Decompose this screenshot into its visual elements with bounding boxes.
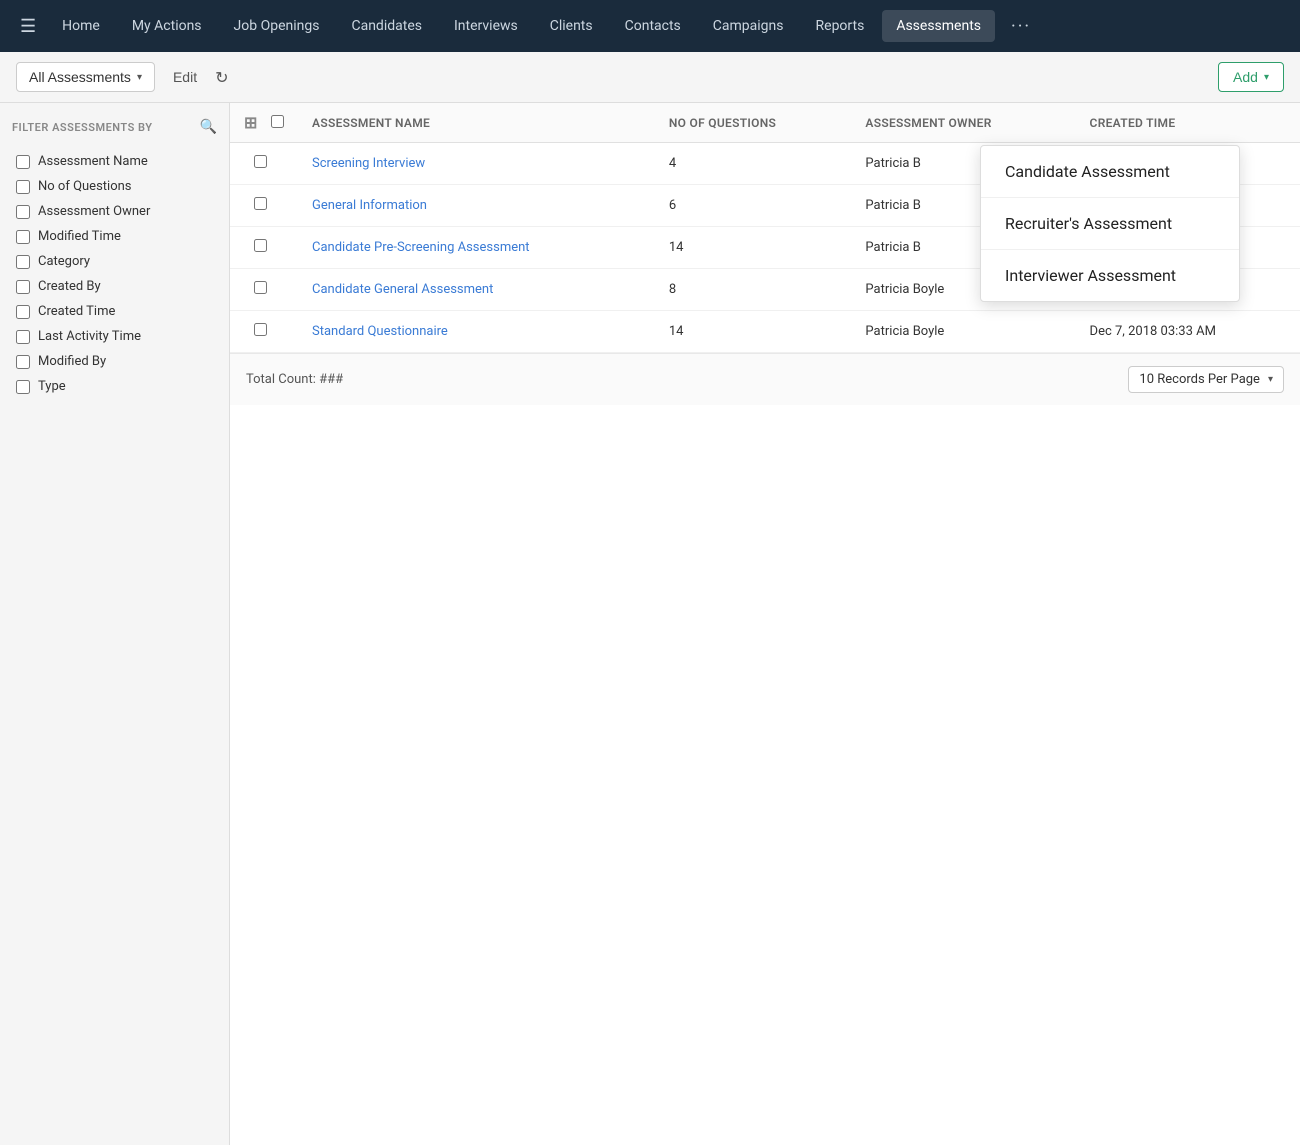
add-button[interactable]: Add ▾ — [1218, 62, 1284, 92]
assessment-name-link[interactable]: Standard Questionnaire — [312, 324, 448, 339]
col-assessment-owner[interactable]: ASSESSMENT OWNER — [851, 103, 1075, 143]
filter-checkbox[interactable] — [16, 230, 30, 244]
filter-checkbox[interactable] — [16, 305, 30, 319]
nav-item-home[interactable]: Home — [48, 10, 114, 42]
filter-checkbox[interactable] — [16, 155, 30, 169]
col-assessment-name[interactable]: ASSESSMENT NAME — [298, 103, 655, 143]
filter-header: FILTER ASSESSMENTS BY 🔍 — [12, 119, 217, 135]
chevron-down-icon: ▾ — [1268, 374, 1273, 385]
columns-icon[interactable]: ⊞ — [244, 113, 258, 132]
filter-label[interactable]: Modified By — [38, 354, 106, 369]
questions-count: 4 — [655, 143, 852, 185]
filter-label[interactable]: Category — [38, 254, 90, 269]
row-checkbox[interactable] — [254, 197, 267, 210]
filter-checkbox[interactable] — [16, 330, 30, 344]
filter-items: Assessment Name No of Questions Assessment… — [12, 149, 217, 399]
assessment-name-link[interactable]: Screening Interview — [312, 156, 425, 171]
nav-item-my-actions[interactable]: My Actions — [118, 10, 216, 42]
row-checkbox[interactable] — [254, 281, 267, 294]
nav-item-candidates[interactable]: Candidates — [337, 10, 436, 42]
col-no-of-questions[interactable]: NO OF QUESTIONS — [655, 103, 852, 143]
nav-item-campaigns[interactable]: Campaigns — [699, 10, 798, 42]
questions-count: 8 — [655, 269, 852, 311]
filter-title: FILTER ASSESSMENTS BY — [12, 121, 153, 134]
filter-item: Category — [12, 249, 217, 274]
filter-item: Created By — [12, 274, 217, 299]
total-count: Total Count: ### — [246, 372, 343, 387]
filter-checkbox[interactable] — [16, 180, 30, 194]
add-dropdown-menu: Candidate AssessmentRecruiter's Assessme… — [980, 145, 1240, 302]
nav-item-reports[interactable]: Reports — [802, 10, 879, 42]
table-area: ⊞ ASSESSMENT NAME NO OF QUESTIONS ASSESS… — [230, 103, 1300, 1145]
filter-item: No of Questions — [12, 174, 217, 199]
questions-count: 14 — [655, 227, 852, 269]
filter-checkbox[interactable] — [16, 255, 30, 269]
nav-item-interviews[interactable]: Interviews — [440, 10, 532, 42]
filter-label[interactable]: Assessment Owner — [38, 204, 150, 219]
records-per-page: 10 Records Per Page ▾ — [1128, 366, 1284, 393]
main-content: FILTER ASSESSMENTS BY 🔍 Assessment Name N… — [0, 103, 1300, 1145]
chevron-down-icon: ▾ — [137, 72, 142, 83]
row-checkbox[interactable] — [254, 239, 267, 252]
toolbar: All Assessments ▾ Edit ↻ Add ▾ — [0, 52, 1300, 103]
filter-item: Last Activity Time — [12, 324, 217, 349]
filter-label[interactable]: Modified Time — [38, 229, 121, 244]
nav-item-clients[interactable]: Clients — [536, 10, 607, 42]
col-created-time[interactable]: CREATED TIME — [1076, 103, 1300, 143]
edit-button[interactable]: Edit — [165, 65, 205, 89]
more-options-icon[interactable]: ··· — [999, 8, 1043, 45]
filter-label[interactable]: No of Questions — [38, 179, 132, 194]
records-per-page-select[interactable]: 10 Records Per Page ▾ — [1128, 366, 1284, 393]
top-nav: ☰ Home My Actions Job Openings Candidate… — [0, 0, 1300, 52]
questions-count: 6 — [655, 185, 852, 227]
nav-item-assessments[interactable]: Assessments — [882, 10, 995, 42]
filter-item: Assessment Owner — [12, 199, 217, 224]
row-checkbox[interactable] — [254, 323, 267, 336]
filter-label[interactable]: Last Activity Time — [38, 329, 141, 344]
all-assessments-label: All Assessments — [29, 69, 131, 85]
row-checkbox[interactable] — [254, 155, 267, 168]
filter-label[interactable]: Type — [38, 379, 66, 394]
table-row: Standard Questionnaire 14Patricia BoyleDe… — [230, 311, 1300, 353]
filter-item: Modified Time — [12, 224, 217, 249]
records-per-page-label: 10 Records Per Page — [1139, 372, 1260, 387]
select-all-checkbox[interactable] — [271, 115, 284, 128]
filter-item: Type — [12, 374, 217, 399]
add-label: Add — [1233, 69, 1258, 85]
filter-checkbox[interactable] — [16, 380, 30, 394]
filter-search-icon[interactable]: 🔍 — [200, 119, 217, 135]
dropdown-item[interactable]: Interviewer Assessment — [981, 250, 1239, 301]
table-footer: Total Count: ### 10 Records Per Page ▾ — [230, 353, 1300, 405]
table-header-row: ⊞ ASSESSMENT NAME NO OF QUESTIONS ASSESS… — [230, 103, 1300, 143]
sidebar: FILTER ASSESSMENTS BY 🔍 Assessment Name N… — [0, 103, 230, 1145]
assessment-name-link[interactable]: Candidate General Assessment — [312, 282, 493, 297]
chevron-down-icon: ▾ — [1264, 72, 1269, 83]
all-assessments-button[interactable]: All Assessments ▾ — [16, 62, 155, 92]
assessment-name-link[interactable]: Candidate Pre-Screening Assessment — [312, 240, 530, 255]
filter-checkbox[interactable] — [16, 355, 30, 369]
filter-checkbox[interactable] — [16, 205, 30, 219]
hamburger-icon[interactable]: ☰ — [12, 8, 44, 45]
dropdown-item[interactable]: Recruiter's Assessment — [981, 198, 1239, 250]
nav-item-job-openings[interactable]: Job Openings — [220, 10, 334, 42]
questions-count: 14 — [655, 311, 852, 353]
filter-label[interactable]: Created By — [38, 279, 101, 294]
dropdown-item[interactable]: Candidate Assessment — [981, 146, 1239, 198]
filter-label[interactable]: Assessment Name — [38, 154, 148, 169]
filter-item: Created Time — [12, 299, 217, 324]
filter-item: Assessment Name — [12, 149, 217, 174]
owner: Patricia Boyle — [851, 311, 1075, 353]
filter-item: Modified By — [12, 349, 217, 374]
filter-label[interactable]: Created Time — [38, 304, 115, 319]
nav-item-contacts[interactable]: Contacts — [611, 10, 695, 42]
created-time: Dec 7, 2018 03:33 AM — [1076, 311, 1300, 353]
filter-checkbox[interactable] — [16, 280, 30, 294]
assessment-name-link[interactable]: General Information — [312, 198, 427, 213]
refresh-icon[interactable]: ↻ — [215, 68, 228, 87]
